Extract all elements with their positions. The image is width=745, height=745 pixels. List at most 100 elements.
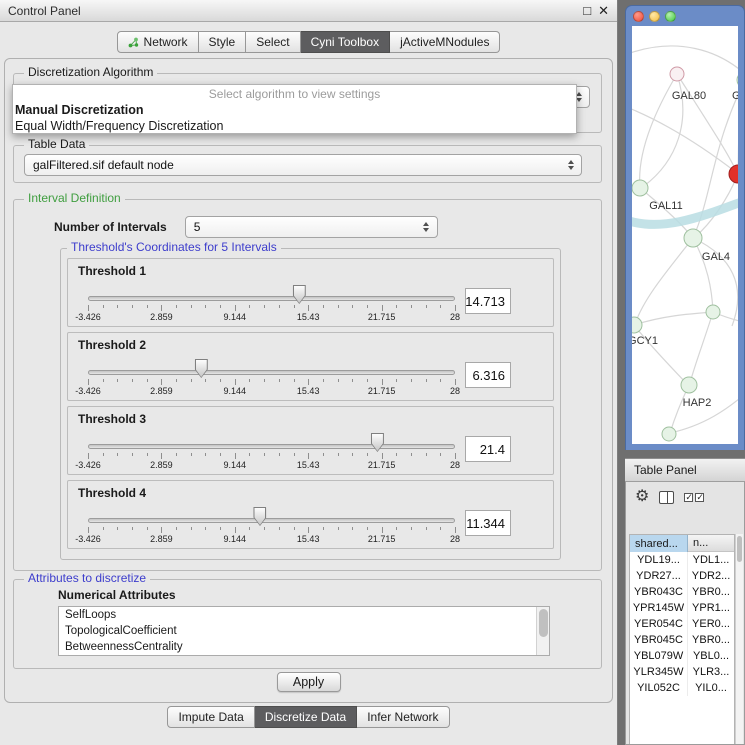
top-tab-bar: Network Style SelectCyni ToolboxjActiveMNo… <box>0 31 617 53</box>
list-scrollbar[interactable] <box>536 607 549 655</box>
threshold-2-slider[interactable]: -3.4262.8599.14415.4321.71528 <box>88 354 455 396</box>
close-traffic-light-icon[interactable] <box>633 11 644 22</box>
list-item[interactable]: BetweennessCentrality <box>59 639 536 655</box>
scrollbar-thumb[interactable] <box>539 609 548 637</box>
network-edge <box>634 325 687 384</box>
network-node[interactable] <box>681 377 697 393</box>
threshold-3-value-field[interactable]: 21.4 <box>465 436 511 462</box>
network-node[interactable] <box>670 67 684 81</box>
threshold-2-box: Threshold 2 -3.4262.8599.14415.4321.7152… <box>67 332 554 401</box>
node-attribute-table[interactable]: shared... n... YDL19...YDL1...YDR27...YD… <box>629 534 735 744</box>
network-edge <box>690 312 713 383</box>
slider-thumb-icon[interactable] <box>253 507 266 526</box>
table-cell: YDL1... <box>688 552 734 568</box>
table-row[interactable]: YDR27...YDR2... <box>630 568 734 584</box>
dropdown-prompt: Select algorithm to view settings <box>13 86 576 102</box>
table-row[interactable]: YBR043CYBR0... <box>630 584 734 600</box>
slider-thumb-icon[interactable] <box>195 359 208 378</box>
table-cell: YBR0... <box>688 632 734 648</box>
network-canvas[interactable]: GAL80GAGAL11GAL4GCY1HHAP2 <box>632 26 738 444</box>
zoom-traffic-light-icon[interactable] <box>665 11 676 22</box>
network-node-label: GCY1 <box>632 335 658 347</box>
table-data-group: Table Data galFiltered.sif default node <box>13 145 602 183</box>
column-header-shared-name[interactable]: shared... <box>630 535 688 552</box>
tab-style[interactable]: Style <box>199 31 247 53</box>
network-node[interactable] <box>632 180 648 196</box>
table-cell: YBR045C <box>630 632 688 648</box>
network-node[interactable] <box>706 305 720 319</box>
slider-tick-marks <box>88 453 455 460</box>
tab-discretize-data[interactable]: Discretize Data <box>255 706 357 728</box>
table-row[interactable]: YBL079WYBL0... <box>630 648 734 664</box>
dropdown-option-manual-discretization[interactable]: Manual Discretization <box>13 102 576 118</box>
window-title: Control Panel <box>8 4 81 18</box>
table-scrollbar[interactable] <box>735 534 743 744</box>
network-node[interactable] <box>737 72 738 88</box>
column-header-name[interactable]: n... <box>688 535 734 552</box>
network-window-titlebar[interactable] <box>626 6 744 26</box>
attributes-group: Attributes to discretize Numerical Attri… <box>13 579 602 669</box>
slider-track <box>88 518 455 523</box>
table-row[interactable]: YIL052CYIL0... <box>630 680 734 696</box>
list-item[interactable]: TopologicalCoefficient <box>59 623 536 639</box>
network-node[interactable] <box>662 427 676 441</box>
network-node[interactable] <box>632 317 642 333</box>
checkbox-icons[interactable] <box>684 493 704 502</box>
threshold-1-value-field[interactable]: 14.713 <box>465 288 511 314</box>
table-cell: YIL0... <box>688 680 734 696</box>
thresholds-group-title: Threshold's Coordinates for 5 Intervals <box>67 240 281 255</box>
slider-tick-marks <box>88 305 455 312</box>
slider-track <box>88 296 455 301</box>
panel-frame: Discretization Algorithm Table Data galF… <box>4 58 613 703</box>
tab-jactivemnodules[interactable]: jActiveMNodules <box>390 31 500 53</box>
network-edge <box>635 238 693 324</box>
dropdown-option-equal-width-frequency[interactable]: Equal Width/Frequency Discretization <box>13 118 576 134</box>
numerical-attributes-list[interactable]: SelfLoopsTopologicalCoefficientBetweenne… <box>58 606 550 656</box>
apply-button[interactable]: Apply <box>277 672 341 692</box>
tab-infer-network[interactable]: Infer Network <box>357 706 449 728</box>
gear-icon[interactable]: ⚙ <box>635 489 649 505</box>
threshold-4-slider[interactable]: -3.4262.8599.14415.4321.71528 <box>88 502 455 544</box>
tab-cyni-toolbox[interactable]: Cyni Toolbox <box>301 31 390 53</box>
bottom-tab-bar: Impute DataDiscretize DataInfer Network <box>0 706 617 728</box>
scrollbar-thumb[interactable] <box>737 536 742 562</box>
table-cell: YDR2... <box>688 568 734 584</box>
slider-thumb-icon[interactable] <box>293 285 306 304</box>
table-row[interactable]: YPR145WYPR1... <box>630 600 734 616</box>
table-data-combobox[interactable]: galFiltered.sif default node <box>24 154 582 176</box>
minimize-traffic-light-icon[interactable] <box>649 11 660 22</box>
table-row[interactable]: YLR345WYLR3... <box>630 664 734 680</box>
number-of-intervals-combobox[interactable]: 5 <box>185 216 438 238</box>
network-view-window: GAL80GAGAL11GAL4GCY1HHAP2 <box>625 5 745 450</box>
slider-thumb-icon[interactable] <box>371 433 384 452</box>
threshold-2-value-field[interactable]: 6.316 <box>465 362 511 388</box>
slider-scale-labels: -3.4262.8599.14415.4321.71528 <box>88 386 455 396</box>
tab-label: Style <box>209 35 236 49</box>
network-edge <box>693 238 713 312</box>
network-node-label: GAL80 <box>672 90 706 102</box>
table-row[interactable]: YER054CYER0... <box>630 616 734 632</box>
float-window-icon[interactable]: □ <box>583 4 591 17</box>
table-row[interactable]: YDL19...YDL1... <box>630 552 734 568</box>
columns-icon[interactable] <box>659 491 674 504</box>
threshold-1-slider[interactable]: -3.4262.8599.14415.4321.71528 <box>88 280 455 322</box>
table-row[interactable]: YBR045CYBR0... <box>630 632 734 648</box>
slider-tick-marks <box>88 527 455 534</box>
table-cell: YPR145W <box>630 600 688 616</box>
numerical-attributes-label: Numerical Attributes <box>58 588 176 602</box>
network-node-label: GAL11 <box>649 200 682 212</box>
discretization-algorithm-group-title: Discretization Algorithm <box>24 65 157 80</box>
table-cell: YBR043C <box>630 584 688 600</box>
network-node-label: GAL4 <box>702 251 730 263</box>
threshold-3-slider[interactable]: -3.4262.8599.14415.4321.71528 <box>88 428 455 470</box>
tab-network[interactable]: Network <box>117 31 199 53</box>
close-icon[interactable]: ✕ <box>598 4 609 17</box>
table-cell: YBL0... <box>688 648 734 664</box>
tab-impute-data[interactable]: Impute Data <box>167 706 254 728</box>
control-panel-window: Control Panel □ ✕ Network Style SelectCyni… <box>0 0 618 745</box>
list-item[interactable]: SelfLoops <box>59 607 536 623</box>
tab-select[interactable]: Select <box>246 31 300 53</box>
network-node[interactable] <box>684 229 702 247</box>
threshold-1-label: Threshold 1 <box>78 264 545 278</box>
threshold-4-value-field[interactable]: 11.344 <box>465 510 511 536</box>
